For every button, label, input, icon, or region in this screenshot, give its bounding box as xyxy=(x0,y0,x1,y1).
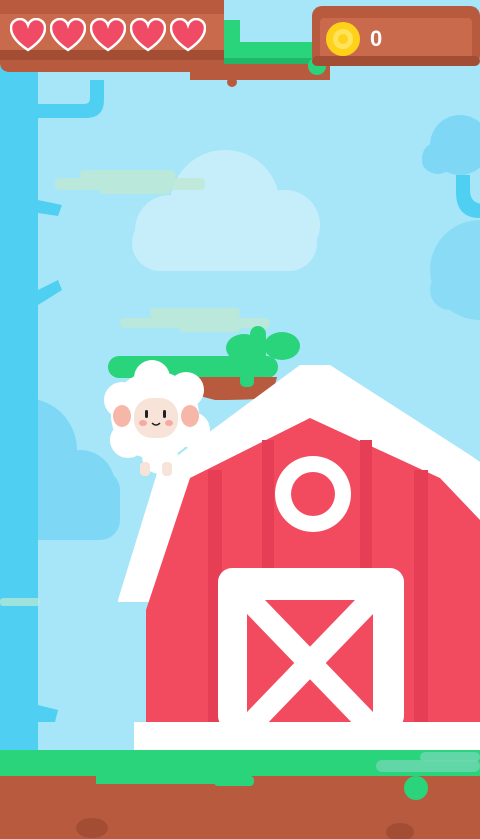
heart-icon xyxy=(170,18,206,52)
heart-icon xyxy=(130,18,166,52)
game-screen[interactable]: 0 xyxy=(0,0,480,839)
coin-panel: 0 xyxy=(312,6,480,66)
coin-icon xyxy=(326,22,360,56)
heart-icon xyxy=(90,18,126,52)
ground xyxy=(0,750,480,839)
heart-icon xyxy=(10,18,46,52)
coin-count: 0 xyxy=(370,26,383,51)
hearts-row xyxy=(10,18,206,52)
heart-icon xyxy=(50,18,86,52)
hearts-panel xyxy=(0,0,224,72)
